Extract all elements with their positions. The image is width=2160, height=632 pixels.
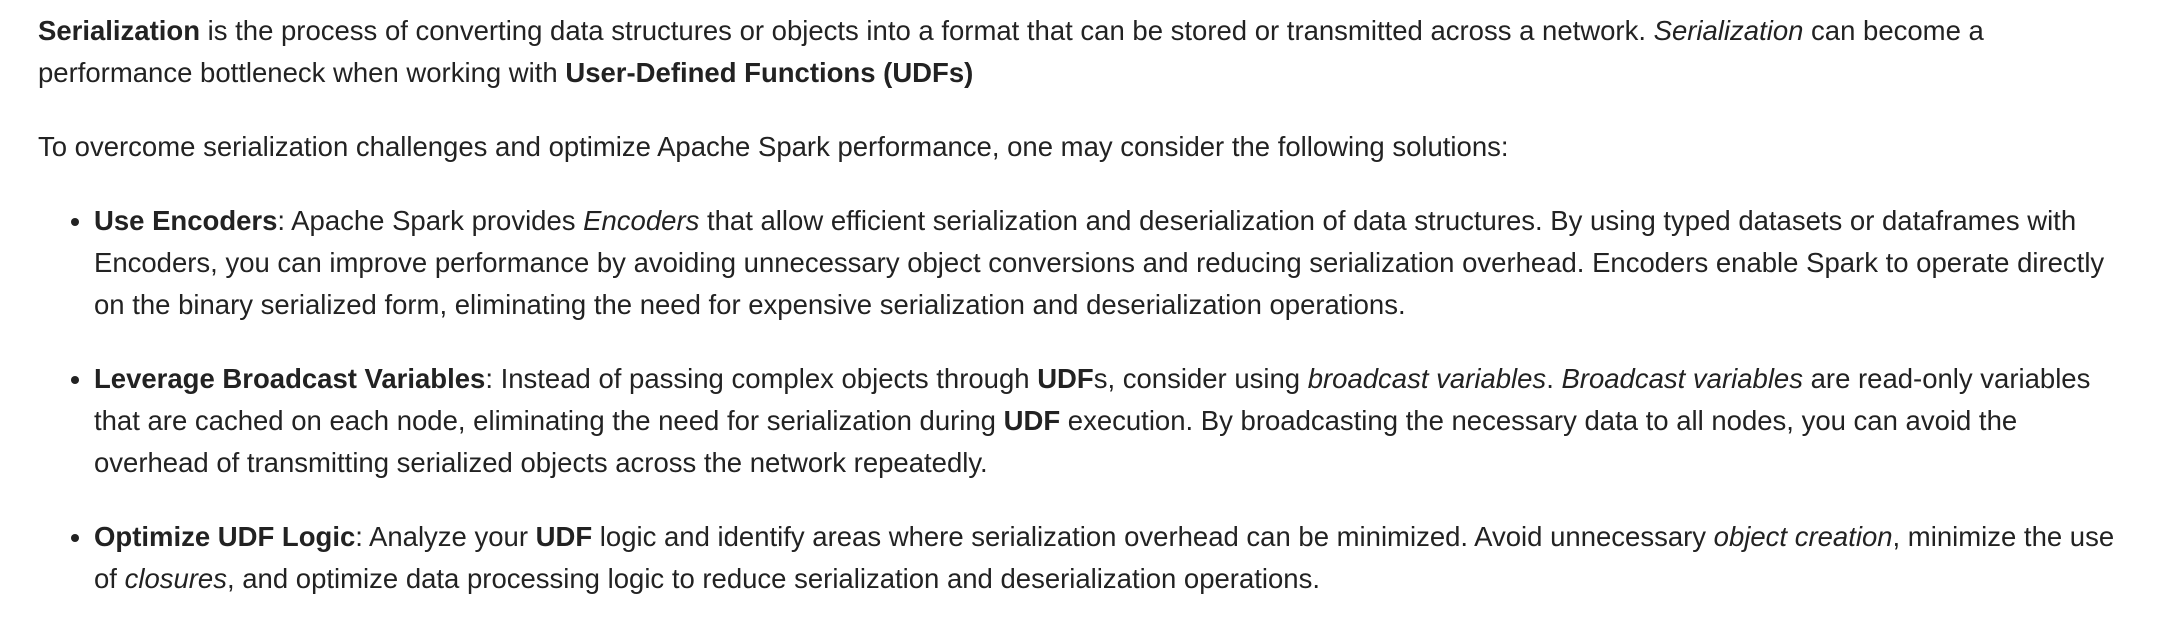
text-run: : Apache Spark provides (277, 205, 584, 236)
list-item-broadcast-variables: Leverage Broadcast Variables: Instead of… (94, 358, 2138, 484)
text-run: s, consider using (1093, 363, 1308, 394)
italic-text: Serialization (1653, 15, 1804, 46)
italic-text: broadcast variables (1307, 363, 1547, 394)
intro-paragraph: Serialization is the process of converti… (38, 10, 2138, 94)
text-run: logic and identify areas where serializa… (592, 521, 1714, 552)
bold-text: UDF (1037, 363, 1094, 394)
text-run: : Instead of passing complex objects thr… (485, 363, 1038, 394)
text-run: is the process of converting data struct… (200, 15, 1654, 46)
italic-text: closures (124, 563, 227, 594)
italic-text: Broadcast variables (1561, 363, 1803, 394)
italic-text: object creation (1713, 521, 1893, 552)
bold-text: UDF (535, 521, 593, 552)
list-item-optimize-udf-logic: Optimize UDF Logic: Analyze your UDF log… (94, 516, 2138, 600)
text-run: . (1546, 363, 1562, 394)
bold-text: Leverage Broadcast Variables (94, 363, 486, 394)
solutions-list: Use Encoders: Apache Spark provides Enco… (38, 200, 2138, 600)
bold-text: Use Encoders (94, 205, 278, 236)
bold-text: User-Defined Functions (UDFs) (565, 57, 974, 88)
bold-text: Serialization (38, 15, 200, 46)
list-item-use-encoders: Use Encoders: Apache Spark provides Enco… (94, 200, 2138, 326)
bold-text: Optimize UDF Logic (94, 521, 356, 552)
italic-text: Encoders (583, 205, 700, 236)
article-body: Serialization is the process of converti… (38, 10, 2138, 632)
text-run: , and optimize data processing logic to … (226, 563, 1320, 594)
solutions-lead-paragraph: To overcome serialization challenges and… (38, 131, 1509, 162)
text-run: : Analyze your (355, 521, 536, 552)
bold-text: UDF (1003, 405, 1061, 436)
